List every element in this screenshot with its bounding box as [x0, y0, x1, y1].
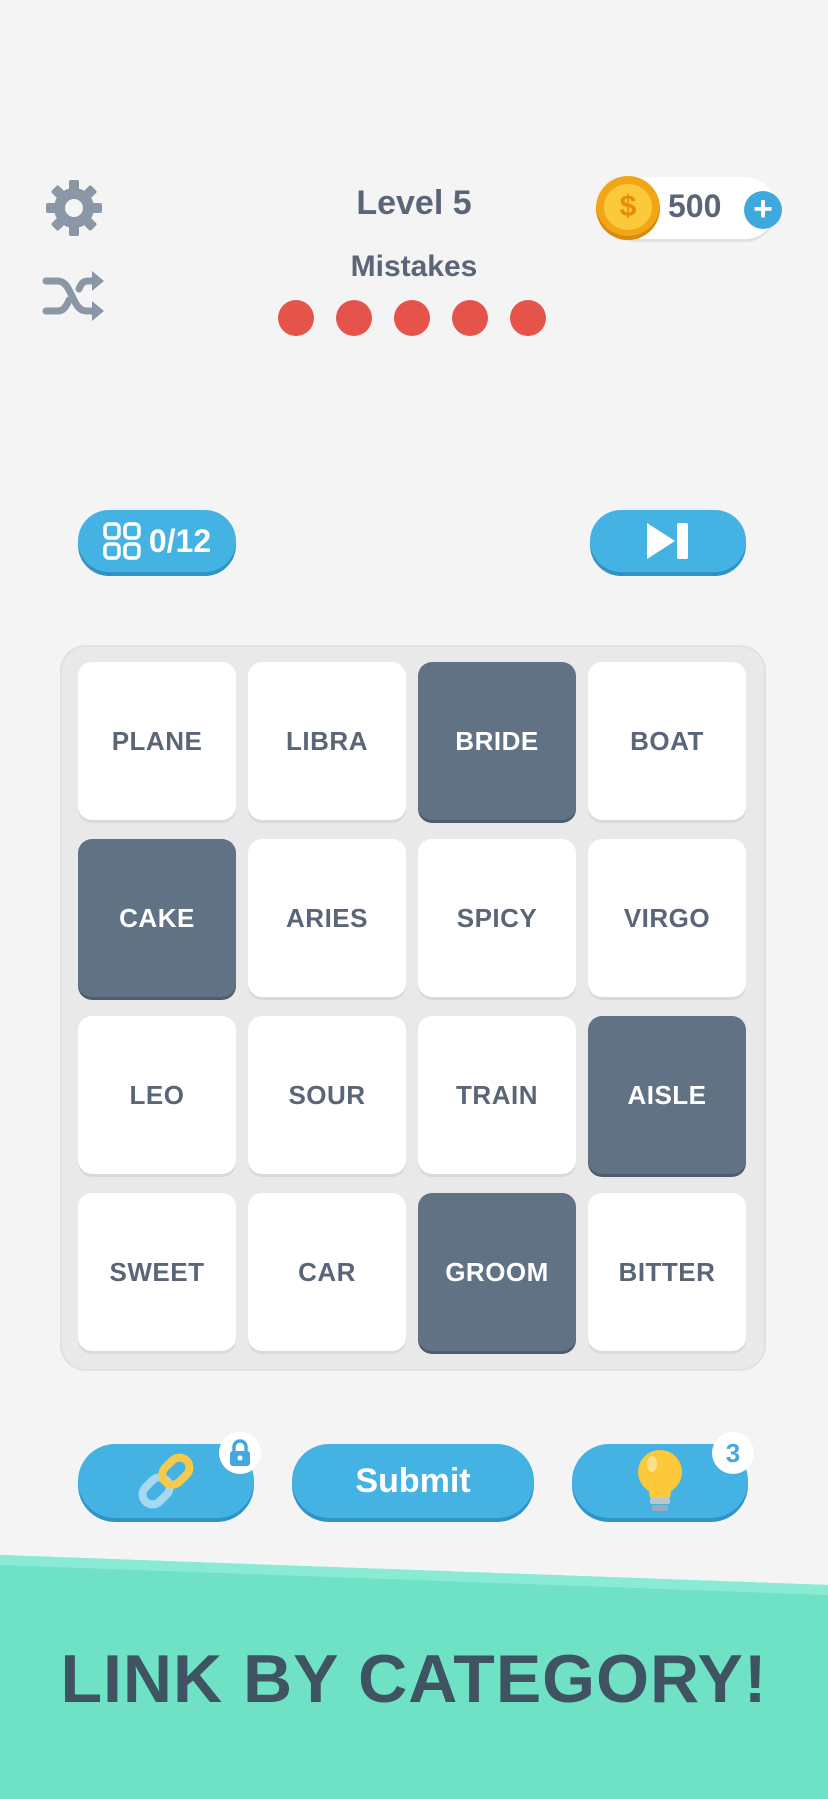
- submit-label: Submit: [355, 1461, 471, 1500]
- word-tile-virgo[interactable]: VIRGO: [588, 839, 746, 997]
- word-tile-libra[interactable]: LIBRA: [248, 662, 406, 820]
- word-tile-bride[interactable]: BRIDE: [418, 662, 576, 820]
- mistake-dot: [510, 300, 546, 336]
- lightbulb-icon: [638, 1450, 682, 1511]
- word-tile-sour[interactable]: SOUR: [248, 1016, 406, 1174]
- add-coins-button[interactable]: +: [744, 191, 782, 229]
- word-tile-sweet[interactable]: SWEET: [78, 1193, 236, 1351]
- banner-text: LINK BY CATEGORY!: [60, 1641, 768, 1717]
- word-tile-aisle[interactable]: AISLE: [588, 1016, 746, 1174]
- lock-badge: [219, 1432, 261, 1474]
- hint-count-badge: 3: [712, 1432, 754, 1474]
- word-tile-boat[interactable]: BOAT: [588, 662, 746, 820]
- mistake-dot: [336, 300, 372, 336]
- progress-count: 0/12: [148, 522, 212, 559]
- plus-icon: +: [753, 190, 773, 228]
- mistake-dot: [452, 300, 488, 336]
- coin-value: 500: [668, 188, 722, 224]
- word-tile-train[interactable]: TRAIN: [418, 1016, 576, 1174]
- lock-icon: [230, 1439, 250, 1466]
- grid-icon: [103, 522, 141, 560]
- mistakes-label: Mistakes: [350, 250, 478, 283]
- mistake-dot: [278, 300, 314, 336]
- skip-button[interactable]: [590, 510, 746, 572]
- submit-button[interactable]: Submit: [292, 1444, 534, 1518]
- word-tile-spicy[interactable]: SPICY: [418, 839, 576, 997]
- word-tile-aries[interactable]: ARIES: [248, 839, 406, 997]
- word-tile-plane[interactable]: PLANE: [78, 662, 236, 820]
- chain-link-icon: [138, 1453, 194, 1509]
- level-title: Level 5: [356, 184, 472, 222]
- shuffle-button[interactable]: [40, 268, 108, 324]
- word-tile-bitter[interactable]: BITTER: [588, 1193, 746, 1351]
- word-tile-leo[interactable]: LEO: [78, 1016, 236, 1174]
- coin-symbol: $: [604, 184, 652, 230]
- mistakes-dots: [278, 300, 546, 336]
- gear-icon: [46, 180, 102, 236]
- skip-forward-icon: [647, 523, 688, 559]
- word-tile-cake[interactable]: CAKE: [78, 839, 236, 997]
- shuffle-icon: [42, 271, 104, 321]
- mistake-dot: [394, 300, 430, 336]
- settings-button[interactable]: [42, 176, 106, 240]
- word-tile-groom[interactable]: GROOM: [418, 1193, 576, 1351]
- word-tile-car[interactable]: CAR: [248, 1193, 406, 1351]
- progress-button[interactable]: 0/12: [78, 510, 236, 572]
- coin-icon: $: [596, 176, 660, 240]
